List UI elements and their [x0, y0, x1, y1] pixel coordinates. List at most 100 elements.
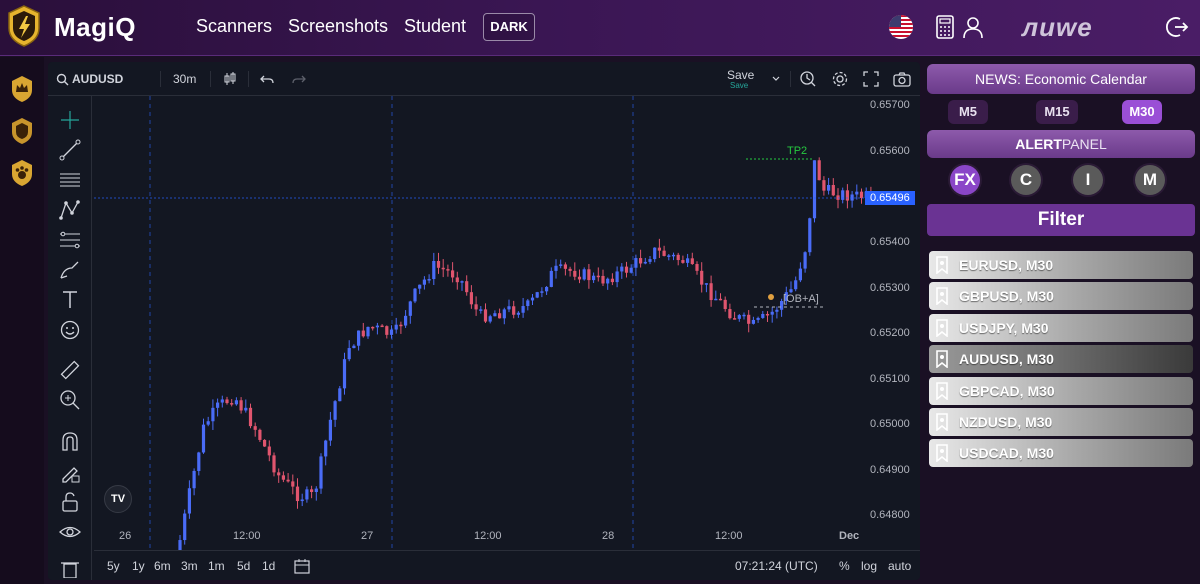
candle-body — [427, 279, 431, 281]
crown-shield-icon[interactable] — [10, 75, 34, 103]
crosshair-icon[interactable] — [58, 108, 82, 132]
candle-body — [234, 400, 238, 405]
alert-item[interactable]: NZDUSD, M30 — [929, 408, 1193, 436]
category-i-button[interactable]: I — [1073, 165, 1103, 195]
alert-item[interactable]: USDJPY, M30 — [929, 313, 1193, 342]
save-button[interactable]: Save — [727, 68, 754, 82]
candle-body — [775, 309, 779, 312]
candle-body — [201, 424, 206, 453]
candle-body — [357, 330, 361, 346]
calculator-icon[interactable] — [932, 14, 958, 40]
magnet-icon[interactable] — [58, 430, 82, 454]
brush-icon[interactable] — [58, 258, 82, 282]
candle-body — [178, 540, 182, 550]
gear-icon[interactable] — [831, 70, 849, 88]
chevron-down-icon[interactable] — [771, 74, 781, 84]
candle-body — [690, 258, 694, 265]
search-icon[interactable] — [56, 73, 69, 86]
candle-body — [446, 269, 450, 271]
fib-levels-icon[interactable] — [58, 228, 82, 252]
alert-item-label: USDCAD, M30 — [959, 445, 1054, 462]
symbol-search[interactable]: AUDUSD — [72, 72, 123, 86]
nav-student[interactable]: Student — [404, 16, 466, 37]
range-1m[interactable]: 1m — [208, 559, 225, 573]
date-range-icon[interactable] — [294, 558, 310, 574]
alert-item[interactable]: USDCAD, M30 — [929, 439, 1193, 468]
candle-body — [483, 309, 488, 322]
candle-body — [277, 472, 281, 476]
alert-item[interactable]: AUDUSD, M30 — [929, 345, 1193, 374]
timeframe-m30-button[interactable]: M30 — [1122, 100, 1162, 124]
candle-body — [662, 250, 666, 256]
brand-logo-icon[interactable] — [6, 4, 42, 48]
range-1d[interactable]: 1d — [262, 559, 275, 573]
range-6m[interactable]: 6m — [154, 559, 171, 573]
alert-item[interactable]: GBPCAD, M30 — [929, 376, 1193, 405]
timeframe-m15-button[interactable]: M15 — [1036, 100, 1078, 124]
pattern-icon[interactable] — [58, 198, 82, 222]
chart-toolbar: AUDUSD 30m Save Save — [48, 62, 920, 96]
news-calendar-button[interactable]: NEWS: Economic Calendar — [927, 64, 1195, 94]
price-axis-label: 0.65100 — [870, 373, 910, 385]
interval-selector[interactable]: 30m — [173, 72, 196, 86]
alert-item[interactable]: GBPUSD, M30 — [929, 282, 1193, 311]
paw-shield-icon[interactable] — [10, 159, 34, 187]
camera-icon[interactable] — [893, 71, 911, 87]
badge-shield-icon[interactable] — [10, 117, 34, 145]
category-m-button[interactable]: M — [1135, 165, 1165, 195]
timeframe-m5-button[interactable]: M5 — [948, 100, 988, 124]
horizontal-lines-icon[interactable] — [58, 168, 82, 192]
time-axis-label: 12:00 — [233, 530, 261, 542]
fullscreen-icon[interactable] — [863, 71, 879, 87]
candle-body — [606, 278, 610, 284]
scale-percent[interactable]: % — [839, 559, 850, 573]
candle-body — [695, 264, 699, 271]
bookmark-icon — [936, 381, 948, 400]
category-fx-button[interactable]: FX — [950, 165, 980, 195]
trend-line-icon[interactable] — [58, 138, 82, 162]
scale-auto[interactable]: auto — [888, 559, 911, 573]
text-icon[interactable] — [58, 288, 82, 312]
alert-clock-icon[interactable] — [799, 70, 817, 88]
alert-item[interactable]: EURUSD, M30 — [929, 251, 1193, 279]
category-c-button[interactable]: C — [1011, 165, 1041, 195]
emoji-icon[interactable] — [58, 318, 82, 342]
utc-clock[interactable]: 07:21:24 (UTC) — [735, 559, 818, 573]
logout-icon[interactable] — [1164, 14, 1190, 40]
nav-scanners[interactable]: Scanners — [196, 16, 272, 37]
candle-body — [587, 269, 591, 281]
candle-body — [845, 190, 849, 201]
eye-icon[interactable] — [58, 520, 82, 544]
trash-icon[interactable] — [58, 560, 82, 578]
price-axis-label: 0.65300 — [870, 282, 910, 294]
time-axis-label: 26 — [119, 530, 132, 542]
range-5y[interactable]: 5y — [107, 559, 120, 573]
brand-name[interactable]: MagiQ — [54, 12, 136, 43]
candle-body — [817, 160, 821, 181]
range-1y[interactable]: 1y — [132, 559, 145, 573]
candle-body — [413, 288, 417, 302]
filter-button[interactable]: Filter — [927, 204, 1195, 236]
rocket-icon — [768, 294, 774, 300]
candle-body — [728, 309, 732, 319]
nav-screenshots[interactable]: Screenshots — [288, 16, 388, 37]
candle-body — [211, 407, 215, 422]
tradingview-logo-icon[interactable]: TV — [104, 485, 132, 513]
scale-log[interactable]: log — [861, 559, 877, 573]
lock-pencil-icon[interactable] — [58, 460, 82, 484]
lock-icon[interactable] — [58, 490, 82, 514]
redo-icon[interactable] — [292, 72, 306, 86]
user-icon[interactable] — [960, 14, 986, 40]
candle-body — [808, 218, 812, 253]
ruler-icon[interactable] — [58, 358, 82, 382]
candles-icon[interactable] — [222, 71, 238, 87]
zoom-in-icon[interactable] — [58, 388, 82, 412]
range-3m[interactable]: 3m — [181, 559, 198, 573]
us-flag-icon[interactable] — [888, 14, 914, 40]
range-5d[interactable]: 5d — [237, 559, 250, 573]
candle-body — [408, 301, 412, 316]
theme-toggle-button[interactable]: DARK — [483, 13, 535, 41]
candlestick-chart[interactable]: TP2 [OB+A] — [94, 96, 920, 550]
candle-body — [498, 313, 502, 319]
undo-icon[interactable] — [260, 72, 274, 86]
